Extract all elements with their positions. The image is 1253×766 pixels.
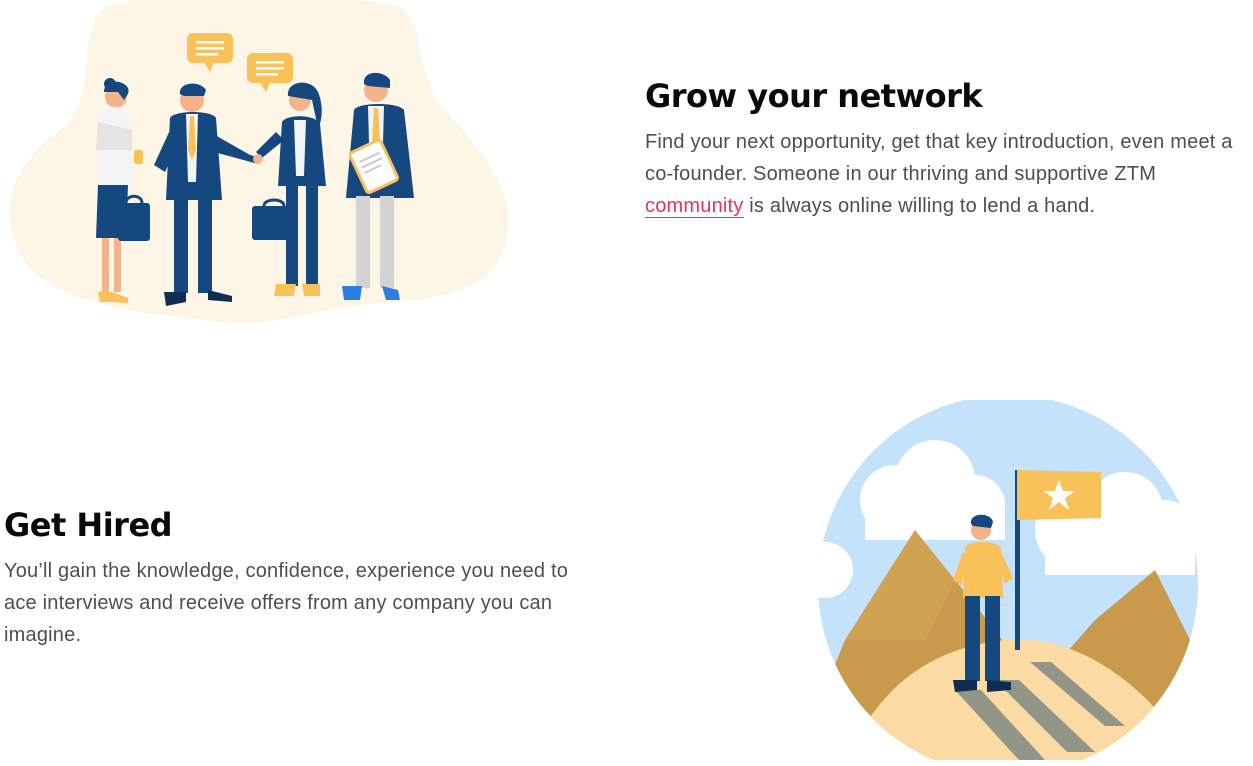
section-description: Find your next opportunity, get that key…: [645, 126, 1250, 222]
section-title: Get Hired: [4, 506, 173, 544]
section-description: You’ll gain the knowledge, confidence, e…: [4, 560, 569, 646]
mountain-summit-flag-illustration: [805, 400, 1200, 760]
section-title: Grow your network: [645, 77, 983, 115]
description-text: Find your next opportunity, get that key…: [645, 131, 1233, 185]
feature-get-hired: Get Hired You’ll gain the knowledge, con…: [0, 395, 1253, 766]
business-people-handshake-illustration: [0, 0, 515, 330]
network-text-block: Grow your network Find your next opportu…: [645, 76, 1250, 222]
description-text: is always online willing to lend a hand.: [743, 195, 1096, 217]
feature-grow-network: Grow your network Find your next opportu…: [0, 0, 1253, 330]
community-link[interactable]: community: [645, 195, 744, 218]
hired-text-block: Get Hired You’ll gain the knowledge, con…: [4, 505, 604, 651]
